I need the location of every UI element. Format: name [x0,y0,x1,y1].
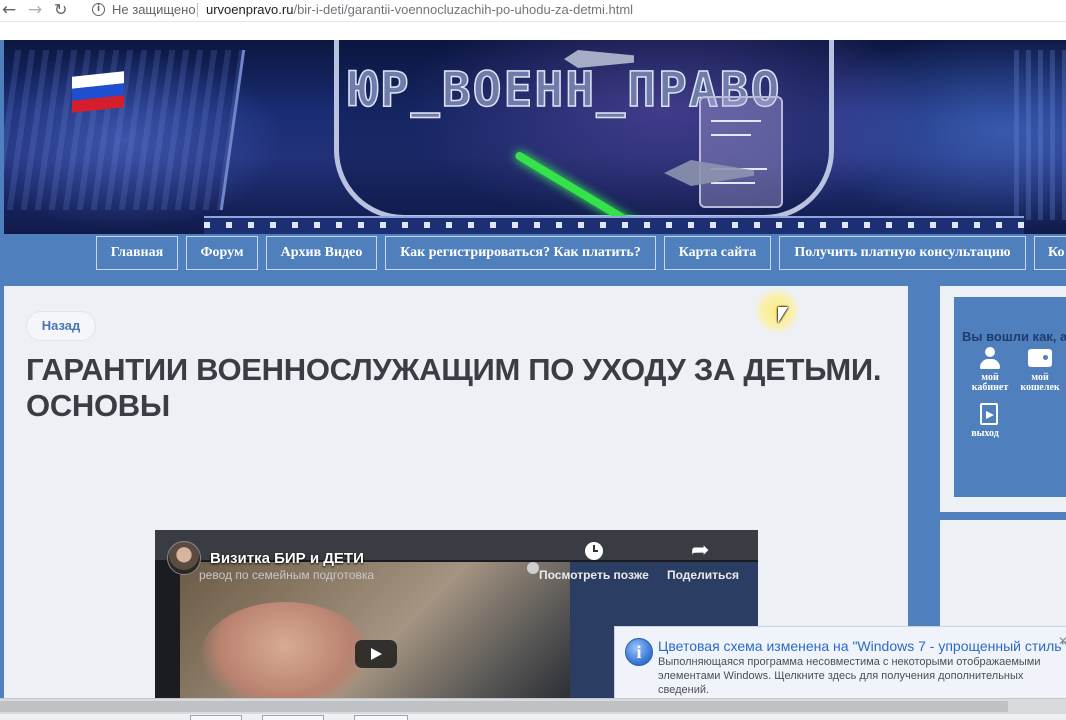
info-icon: i [625,638,653,666]
url-separator [197,3,198,17]
watch-later-button[interactable]: Посмотреть позже [539,568,649,582]
mouse-cursor-icon [778,307,788,323]
hologram-screen-image [699,96,783,208]
russian-flag-icon [72,71,124,113]
browser-address-bar: ← → ↻ i Не защищено urvoenpravo.ru/bir-i… [0,0,1066,22]
forward-arrow-icon[interactable]: → [28,0,42,20]
url-path: /bir-i-deti/garantii-voennocluzachih-po-… [293,2,634,17]
share-button[interactable]: Поделиться [667,568,739,582]
hologram-line [711,182,755,184]
banner-cockpit-left [4,50,246,210]
logout-link[interactable]: выход [957,429,1013,439]
user-cabinet-icon[interactable] [980,347,1000,369]
cursor-highlight [754,288,800,334]
banner-cockpit-right [1014,50,1066,220]
nav-item-paid-consultation[interactable]: Получить платную консультацию [779,236,1026,270]
my-cabinet-link[interactable]: мой кабинет [962,373,1018,393]
nav-item-how-to-register[interactable]: Как регистрироваться? Как платить? [385,236,656,270]
notification-title[interactable]: Цветовая схема изменена на "Windows 7 - … [658,638,1066,654]
page-title: ГАРАНТИИ ВОЕННОСЛУЖАЩИМ ПО УХОДУ ЗА ДЕТЬ… [26,352,882,423]
horizontal-scroll-thumb[interactable] [0,701,1008,712]
reload-icon[interactable]: ↻ [54,0,67,20]
nav-item-contacts[interactable]: Ко [1034,236,1066,270]
site-info-icon[interactable]: i [92,3,105,16]
back-button[interactable]: Назад [26,311,96,341]
main-nav-menu: Главная Форум Архив Видео Как регистриро… [0,234,1066,286]
wallet-icon[interactable] [1028,349,1052,367]
url-domain: urvoenpravo.ru [206,2,294,17]
logout-icon[interactable] [980,403,998,425]
nav-item-video-archive[interactable]: Архив Видео [266,236,377,270]
taskbar-item[interactable] [354,715,408,720]
site-banner[interactable]: ЮР_ВОЕНН_ПРАВО [4,40,1066,234]
notification-body[interactable]: Выполняющаяся программа несовместима с н… [658,655,1066,697]
progress-dot-icon [527,562,539,574]
video-subtitle: ревод по семейным подготовка [199,568,375,582]
hologram-line [711,134,751,136]
horizontal-scrollbar[interactable] [0,698,1066,714]
video-thumbnail[interactable] [180,562,570,698]
video-title[interactable]: Визитка БИР и ДЕТИ [210,550,364,567]
close-icon[interactable]: ✕ [1058,634,1066,648]
url-input[interactable]: urvoenpravo.ru/bir-i-deti/garantii-voenn… [206,2,633,17]
nav-item-sitemap[interactable]: Карта сайта [664,236,771,270]
my-wallet-link[interactable]: мой кошелек [1012,373,1066,393]
banner-console-strip [204,216,1024,234]
taskbar-item[interactable] [190,715,242,720]
clock-icon[interactable] [585,542,603,560]
taskbar-item[interactable] [262,715,324,720]
security-status-label[interactable]: Не защищено [112,2,196,17]
back-arrow-icon[interactable]: ← [2,0,16,20]
taskbar [0,714,1066,720]
hologram-line [711,120,761,122]
login-status-label: Вы вошли как, а [962,329,1066,344]
channel-avatar[interactable] [167,541,201,575]
share-icon[interactable]: ➦ [691,538,709,563]
page-top-strip [0,22,1066,40]
login-widget: Вы вошли как, а мой кабинет мой кошелек … [954,297,1066,497]
sidebar-divider [940,512,1066,520]
nav-item-home[interactable]: Главная [96,236,178,270]
play-icon[interactable] [355,640,397,668]
nav-item-forum[interactable]: Форум [186,236,258,270]
